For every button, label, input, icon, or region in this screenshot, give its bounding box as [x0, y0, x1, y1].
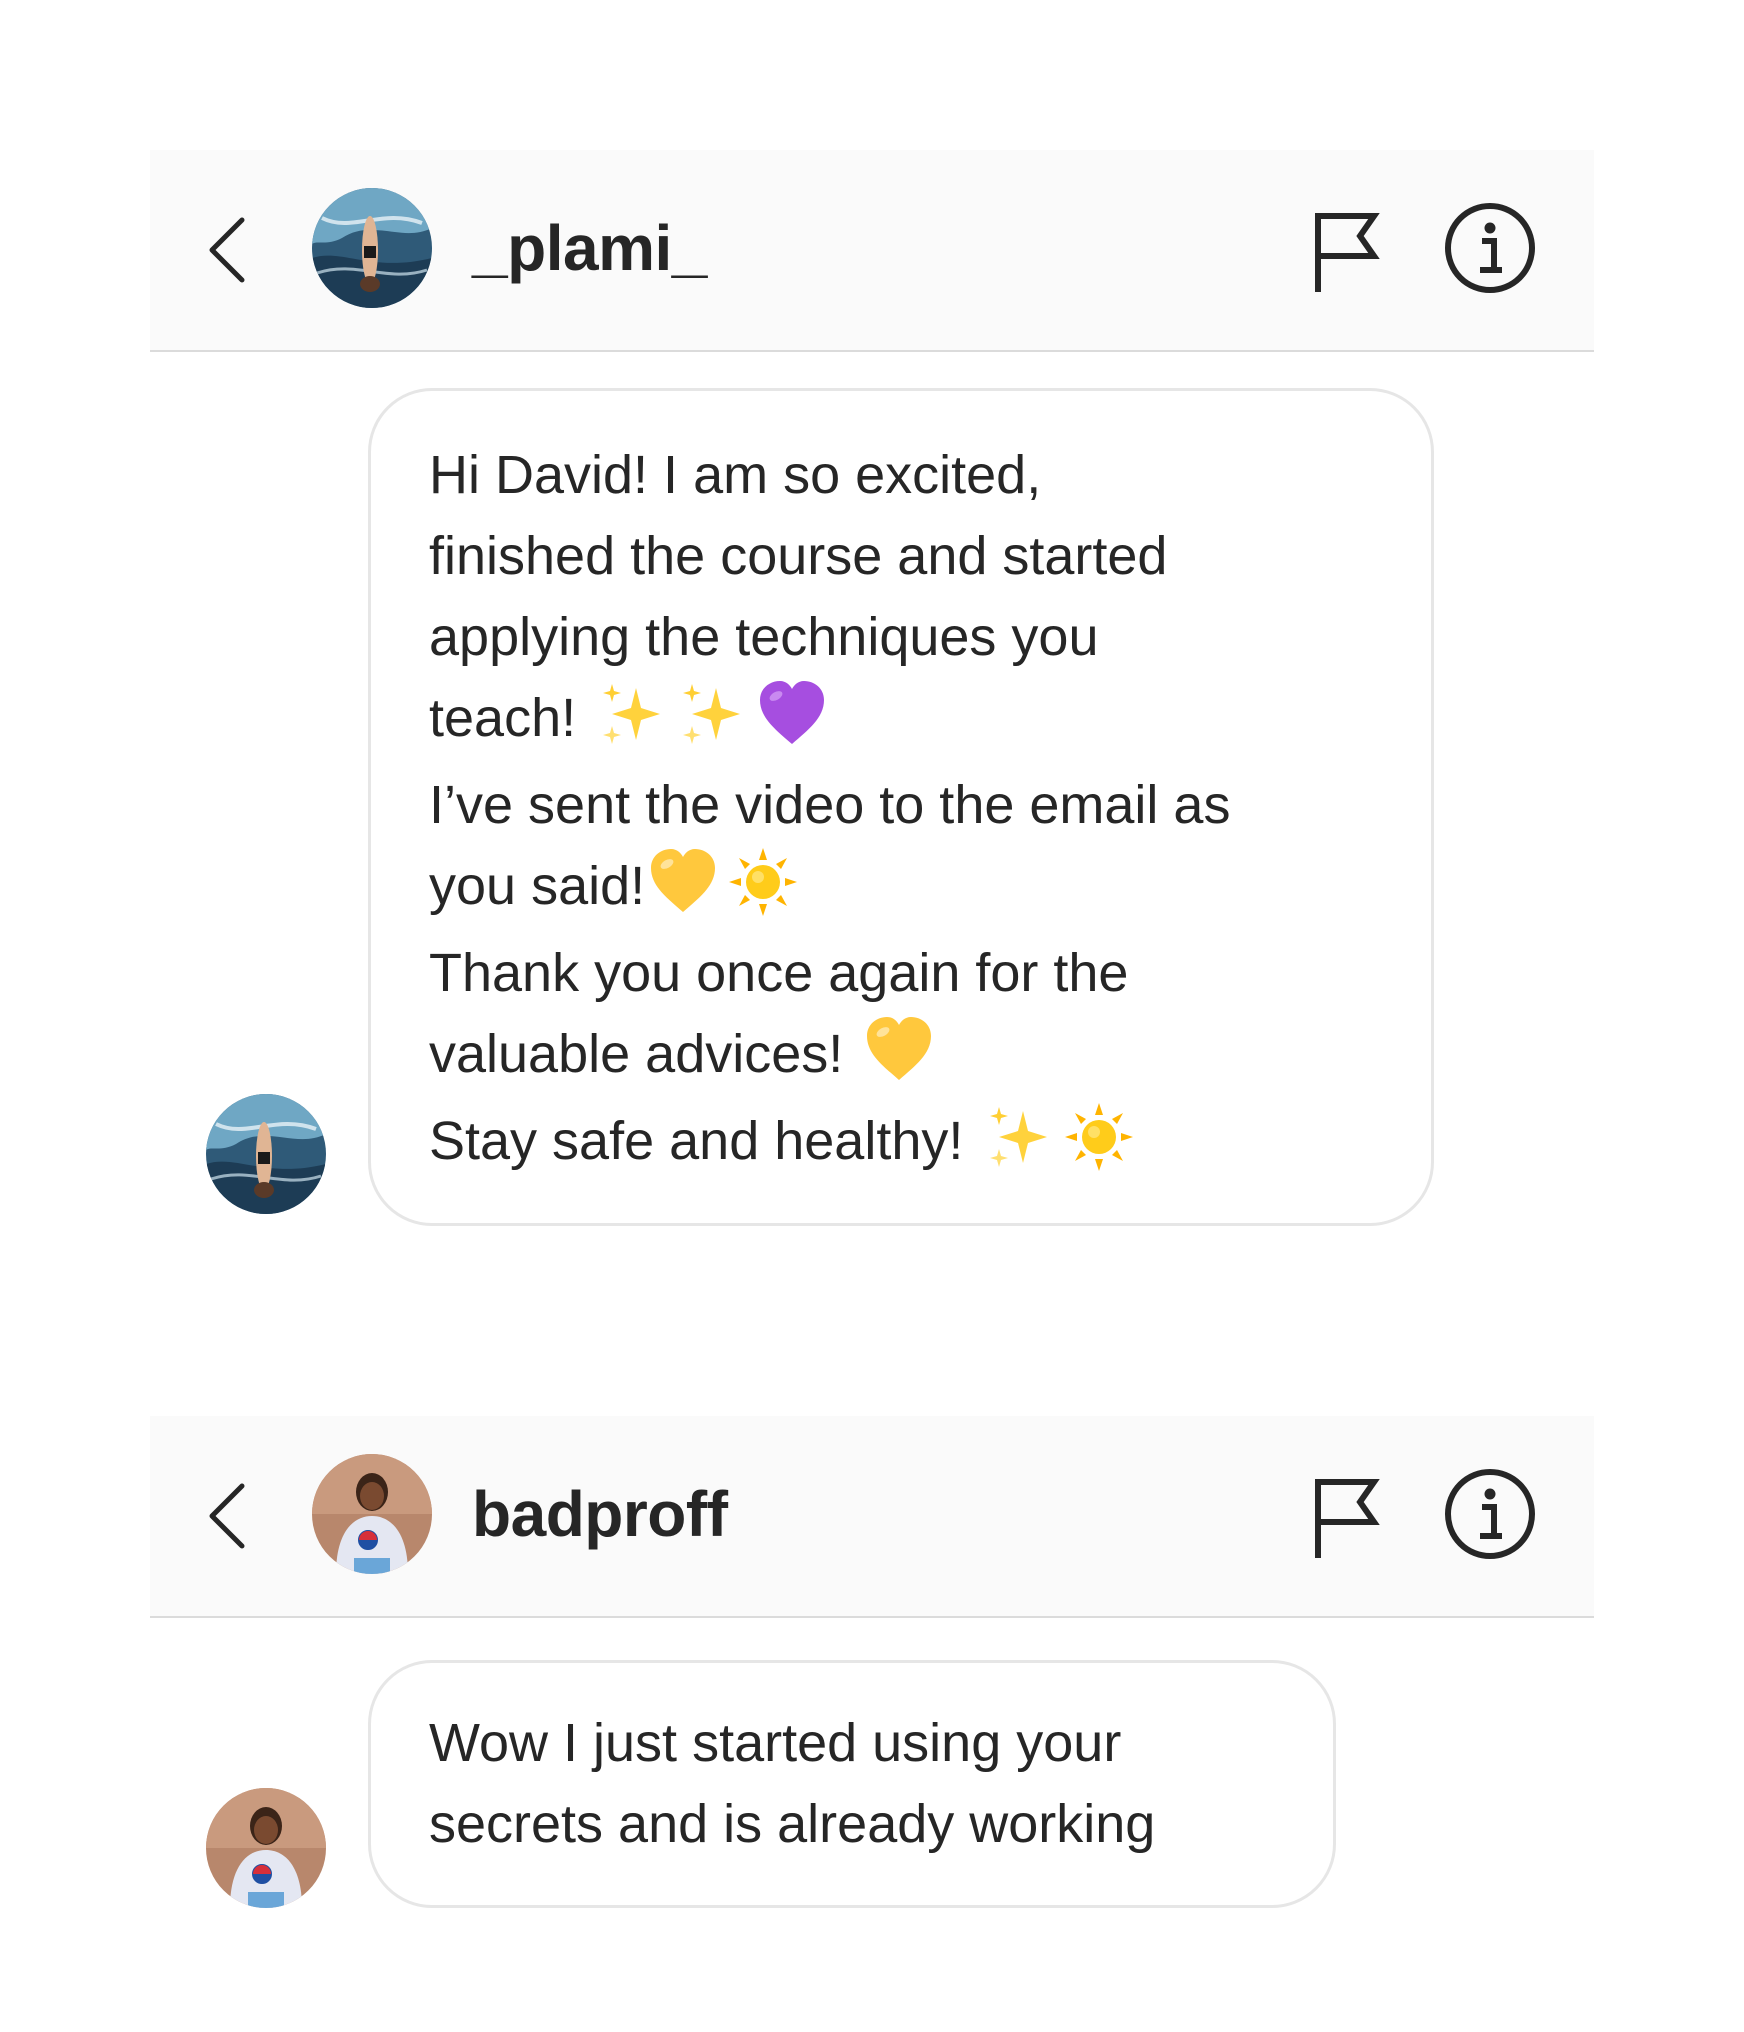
sender-avatar[interactable]: [206, 1094, 326, 1214]
yellow-heart-icon: [647, 846, 719, 918]
sparkles-icon: [596, 678, 668, 750]
info-button[interactable]: [1440, 198, 1540, 298]
profile-username[interactable]: badproff: [472, 1474, 728, 1554]
sparkles-icon: [676, 678, 748, 750]
profile-avatar[interactable]: [312, 188, 432, 308]
profile-avatar[interactable]: [312, 1454, 432, 1574]
message-text: teach!: [429, 688, 577, 748]
profile-username[interactable]: _plami_: [472, 208, 707, 288]
info-button[interactable]: [1440, 1464, 1540, 1564]
purple-heart-icon: [756, 678, 828, 750]
report-button[interactable]: [1296, 202, 1396, 302]
avatar-image: [206, 1094, 326, 1214]
info-icon: [1440, 198, 1540, 298]
dm-thread-badproff: badproff Wow I just started using your s…: [150, 1416, 1594, 1908]
chat-header: _plami_: [150, 150, 1594, 352]
avatar-image: [312, 188, 432, 308]
message-line: I’ve sent the video to the email as: [429, 775, 1231, 835]
message-text: valuable advices!: [429, 1024, 844, 1084]
message-bubble[interactable]: Wow I just started using your secrets an…: [368, 1660, 1336, 1908]
message-line: Hi David! I am so excited,: [429, 445, 1042, 505]
flag-icon: [1296, 1468, 1396, 1568]
sun-icon: [1063, 1101, 1135, 1173]
info-icon: [1440, 1464, 1540, 1564]
yellow-heart-icon: [863, 1014, 935, 1086]
sun-icon: [727, 846, 799, 918]
message-line: finished the course and started: [429, 526, 1168, 586]
sender-avatar[interactable]: [206, 1788, 326, 1908]
chevron-left-icon: [190, 1476, 270, 1556]
message-bubble[interactable]: Hi David! I am so excited, finished the …: [368, 388, 1434, 1226]
message-line: applying the techniques you: [429, 607, 1099, 667]
sparkles-icon: [983, 1101, 1055, 1173]
message-line: Thank you once again for the: [429, 943, 1129, 1003]
message-line-with-emoji: valuable advices!: [429, 1014, 1375, 1095]
avatar-image: [206, 1788, 326, 1908]
message-line: Wow I just started using your: [429, 1713, 1122, 1773]
flag-icon: [1296, 202, 1396, 302]
back-button[interactable]: [190, 210, 270, 290]
chevron-left-icon: [190, 210, 270, 290]
message-line-with-emoji: teach!: [429, 678, 1375, 759]
chat-header: badproff: [150, 1416, 1594, 1618]
message-line-with-emoji: you said!: [429, 846, 1375, 927]
message-text: you said!: [429, 856, 646, 916]
dm-thread-plami: _plami_ Hi David! I am so excited, finis…: [150, 150, 1594, 1226]
message-line-with-emoji: Stay safe and healthy!: [429, 1101, 1375, 1182]
message-text: Stay safe and healthy!: [429, 1111, 964, 1171]
message-line: secrets and is already working: [429, 1794, 1156, 1854]
avatar-image: [312, 1454, 432, 1574]
back-button[interactable]: [190, 1476, 270, 1556]
report-button[interactable]: [1296, 1468, 1396, 1568]
